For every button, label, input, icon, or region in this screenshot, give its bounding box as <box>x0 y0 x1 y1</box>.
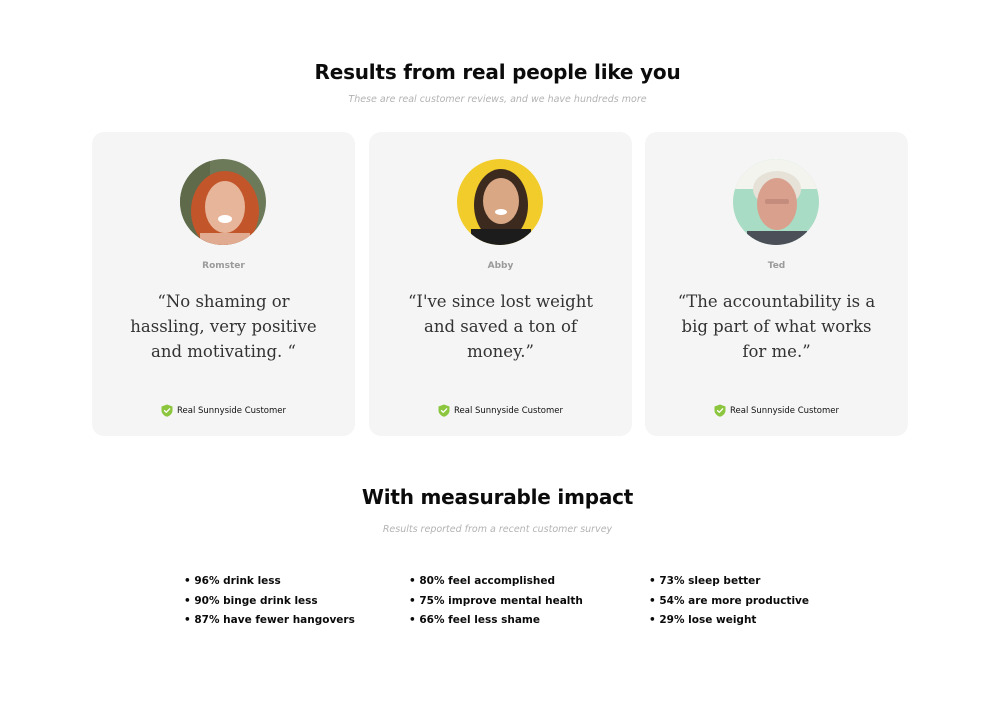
stat-item: 80% feel accomplished <box>409 572 583 592</box>
verified-badge: Real Sunnyside Customer <box>92 404 355 417</box>
avatar-ted-image <box>733 159 819 245</box>
stats-column: 96% drink less 90% binge drink less 87% … <box>184 572 355 631</box>
impact-subtitle: Results reported from a recent customer … <box>382 524 613 535</box>
shield-check-icon <box>161 404 173 417</box>
stat-item: 90% binge drink less <box>184 592 355 612</box>
verified-badge: Real Sunnyside Customer <box>369 404 632 417</box>
stat-item: 75% improve mental health <box>409 592 583 612</box>
reviewer-name: Abby <box>487 261 514 271</box>
avatar-romster-image <box>180 159 266 245</box>
avatar <box>457 159 543 245</box>
stat-item: 29% lose weight <box>649 611 809 631</box>
avatar-face <box>483 178 519 224</box>
testimonial-card: Romster “No shaming or hassling, very po… <box>92 132 355 436</box>
review-quote: “The accountability is a big part of wha… <box>677 292 876 361</box>
stats-column: 80% feel accomplished 75% improve mental… <box>409 572 583 631</box>
reviewer-name: Romster <box>202 261 245 271</box>
avatar-shoulders <box>200 233 250 245</box>
stats-column: 73% sleep better 54% are more productive… <box>649 572 809 631</box>
shield-check-icon <box>438 404 450 417</box>
avatar-shirt <box>471 229 531 245</box>
stat-item: 66% feel less shame <box>409 611 583 631</box>
review-quote: “No shaming or hassling, very positive a… <box>130 292 317 361</box>
stat-item: 96% drink less <box>184 572 355 592</box>
verified-badge: Real Sunnyside Customer <box>645 404 908 417</box>
testimonials-title: Results from real people like you <box>314 60 681 84</box>
stat-item: 54% are more productive <box>649 592 809 612</box>
stat-item: 87% have fewer hangovers <box>184 611 354 631</box>
avatar-face <box>205 181 245 233</box>
reviewer-name: Ted <box>767 261 786 271</box>
avatar <box>733 159 819 245</box>
avatar <box>180 159 266 245</box>
impact-title: With measurable impact <box>361 485 634 509</box>
testimonial-card: Abby “I've since lost weight and saved a… <box>369 132 632 436</box>
review-quote: “I've since lost weight and saved a ton … <box>408 292 593 361</box>
avatar-brow <box>765 199 789 204</box>
shield-check-icon <box>714 404 726 417</box>
impact-stats: 96% drink less 90% binge drink less 87% … <box>0 572 995 642</box>
badge-label: Real Sunnyside Customer <box>729 405 840 416</box>
stat-item: 73% sleep better <box>649 572 809 592</box>
badge-label: Real Sunnyside Customer <box>453 405 564 416</box>
testimonial-cards: Romster “No shaming or hassling, very po… <box>92 132 909 436</box>
avatar-shirt <box>747 231 807 245</box>
avatar-abby-image <box>457 159 543 245</box>
avatar-smile <box>495 209 507 215</box>
badge-label: Real Sunnyside Customer <box>176 405 287 416</box>
testimonial-card: Ted “The accountability is a big part of… <box>645 132 908 436</box>
testimonials-subtitle: These are real customer reviews, and we … <box>348 94 647 105</box>
avatar-smile <box>218 215 232 223</box>
